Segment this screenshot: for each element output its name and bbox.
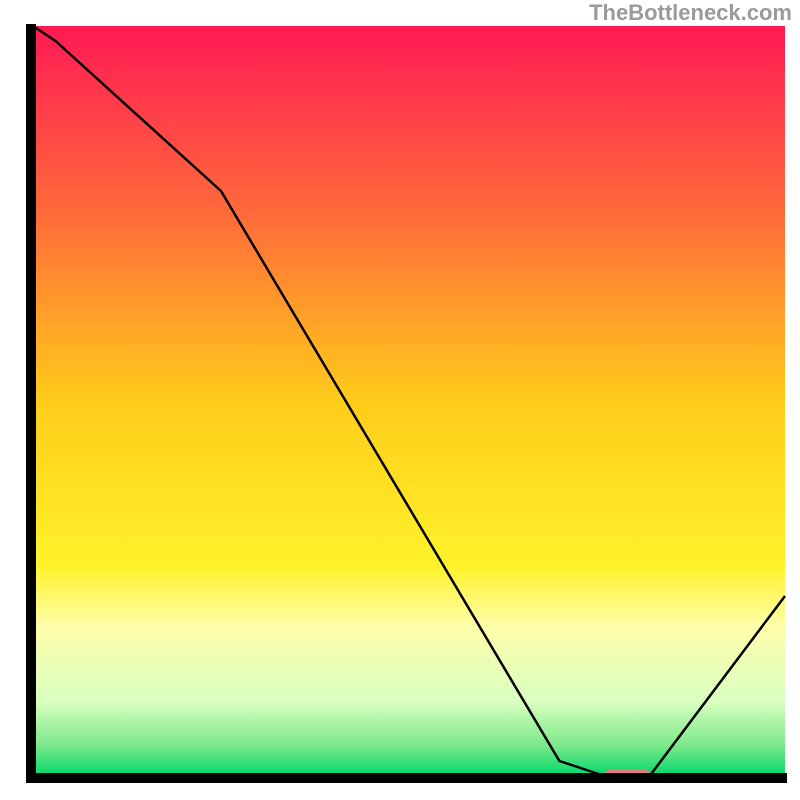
chart-background	[33, 26, 785, 776]
bottleneck-chart	[0, 0, 800, 800]
chart-container: { "watermark": "TheBottleneck.com", "cha…	[0, 0, 800, 800]
